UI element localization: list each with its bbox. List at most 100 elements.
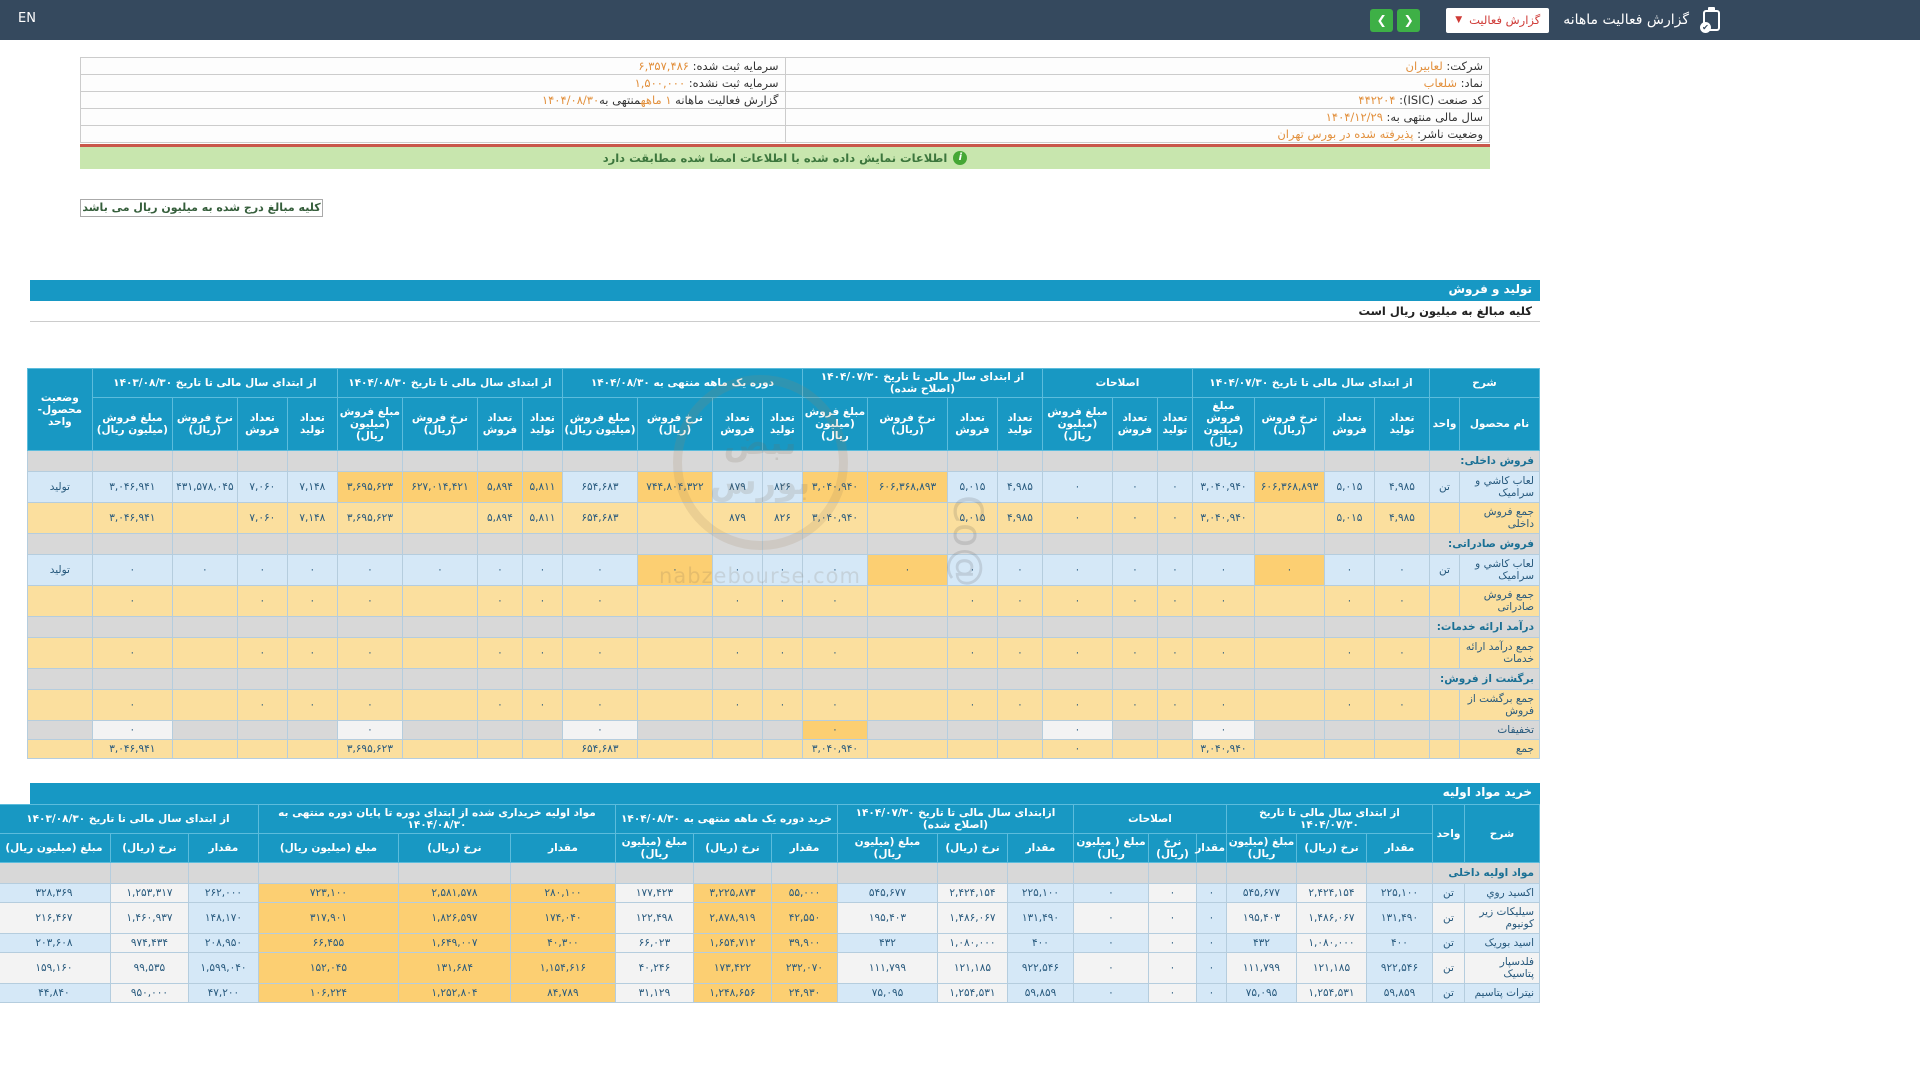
data-cell: ۷,۱۴۸ [286,502,338,534]
table-row: سیلیکات زیر کونیوم تن ۱۳۱,۴۹۰ ۱,۴۸۶,۰۶۷ ۱۹۵,… [0,902,1540,934]
column-group-header: واحد [1432,804,1465,863]
status-cell: تولید [26,554,93,586]
data-cell: ۰ [1111,689,1158,721]
column-header: مبلغ (میلیون ریال) [257,833,399,863]
column-header: مبلغ ( میلیون ریال) [1072,833,1149,863]
report-type-dropdown[interactable]: گزارش فعالیت ▼ [1446,7,1550,33]
data-cell: ۰ [336,689,403,721]
data-cell [866,668,948,690]
data-cell: ۰ [761,689,803,721]
data-cell [761,616,803,638]
data-cell: ۰ [1072,883,1149,903]
data-cell: ۰ [1156,554,1193,586]
data-cell: ۲,۸۷۸,۹۱۹ [692,902,772,934]
data-cell [711,668,763,690]
data-cell: ۶۶,۰۲۳ [614,933,694,953]
data-cell: ۴۰۰ [1366,933,1433,953]
data-cell: ۰ [1324,585,1375,617]
column-header: مقدار [1006,833,1074,863]
data-cell [521,450,563,472]
column-group-header: از ابتدای سال مالی تا تاریخ ۱۴۰۴/۰۷/۳۰ (… [801,368,1043,398]
data-cell [866,720,948,740]
data-cell [401,533,478,555]
data-cell: ۰ [636,554,713,586]
column-header: مبلغ فروش (میلیون ریال) [561,397,638,451]
data-cell: ۳,۶۹۵,۶۲۳ [336,502,403,534]
data-cell: ۰ [521,637,563,669]
data-cell [996,739,1043,759]
data-cell: ۰ [1324,689,1375,721]
data-cell: ۰ [1147,902,1197,934]
data-cell [761,450,803,472]
unit-cell [1429,502,1460,534]
info-cell: وضعیت ناشر: پذیرفته شده در بورس تهران [784,125,1490,143]
info-cell [80,108,786,126]
data-cell [1374,616,1430,638]
row-label: جمع [1459,739,1540,759]
data-cell: ۰ [801,554,868,586]
data-cell: ۰ [1041,471,1113,503]
data-cell: ۱۳۱,۴۹۰ [1366,902,1433,934]
data-cell [1156,739,1193,759]
data-cell [636,720,713,740]
data-cell [401,689,478,721]
data-cell: ۱۵۹,۱۶۰ [0,952,111,984]
column-header: نرخ فروش (ریال) [636,397,713,451]
column-header: تعداد تولید [286,397,338,451]
data-cell [1254,720,1325,740]
language-switch-en[interactable]: EN [18,11,36,26]
data-cell: ۰ [1111,554,1158,586]
next-report-button[interactable]: ❯ [1397,8,1421,32]
data-cell: ۲۱۶,۴۶۷ [0,902,111,934]
column-header: مبلغ فروش (میلیون ریال) [91,397,173,451]
column-header: نرخ فروش (ریال) [171,397,238,451]
data-cell: ۲۰۸,۹۵۰ [187,933,259,953]
data-cell [401,739,478,759]
data-cell: ۱,۱۵۴,۶۱۶ [509,952,616,984]
data-cell: ۴,۹۸۵ [1374,502,1430,534]
data-cell: ۱۷۷,۴۲۳ [614,883,694,903]
data-cell [801,616,868,638]
data-cell: ۰ [286,554,338,586]
unit-cell: تن [1432,952,1465,984]
data-cell: ۰ [1191,720,1256,740]
data-cell: ۰ [761,554,803,586]
data-cell: ۱,۴۶۰,۹۳۷ [109,902,189,934]
data-cell: ۶۰۶,۳۶۸,۸۹۳ [1254,471,1325,503]
data-cell [801,533,868,555]
report-table: شرح از ابتدای سال مالی تا تاریخ ۱۴۰۴/۰۷/۳… [26,368,1540,759]
data-cell [711,739,763,759]
data-cell: ۰ [1041,720,1113,740]
prev-report-button[interactable]: ❮ [1370,8,1394,32]
data-cell [801,668,868,690]
data-cell: ۴,۹۸۵ [1374,471,1430,503]
column-header: نرخ فروش (ریال) [866,397,948,451]
data-cell: ۳,۶۹۵,۶۲۳ [336,739,403,759]
column-header: مقدار [187,833,259,863]
data-cell: ۰ [561,637,638,669]
data-cell [336,533,403,555]
data-cell [521,533,563,555]
data-cell [1254,616,1325,638]
data-cell: ۰ [1254,554,1325,586]
data-cell: ۲۲۵,۱۰۰ [1006,883,1074,903]
data-cell [1254,585,1325,617]
data-cell: ۰ [1041,502,1113,534]
row-label: مواد اولیه داخلی [1432,862,1540,884]
info-cell: نماد: شلعاب [784,74,1490,92]
data-cell: ۰ [1195,983,1227,1003]
data-cell [636,739,713,759]
data-cell [91,668,173,690]
data-cell: ۰ [1041,637,1113,669]
data-cell [187,862,259,884]
info-cell: شرکت: لعابیران [784,57,1490,75]
data-cell [1195,862,1227,884]
data-cell [521,668,563,690]
data-cell [401,502,478,534]
data-cell [1191,616,1256,638]
data-cell [1111,450,1158,472]
data-cell [171,720,238,740]
data-cell: ۴۰,۳۰۰ [509,933,616,953]
table-row: مواد اولیه داخلی [0,862,1540,884]
info-cell: سرمایه ثبت شده: ۶,۳۵۷,۴۸۶ [80,57,786,75]
